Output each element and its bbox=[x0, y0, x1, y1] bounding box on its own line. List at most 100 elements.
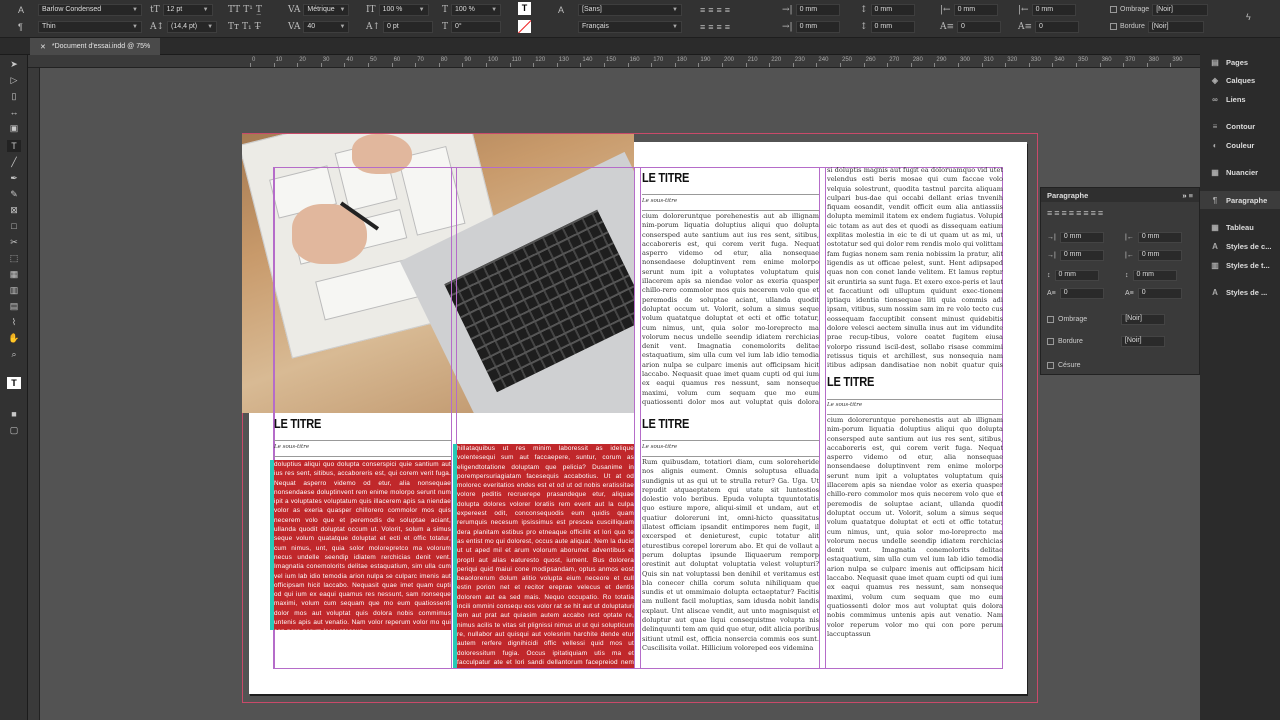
panel-item[interactable]: ¶ Paragraphe bbox=[1200, 191, 1280, 209]
gradient-tool-icon[interactable]: ▦ bbox=[7, 268, 21, 280]
rectangle-tool-icon[interactable]: □ bbox=[7, 220, 21, 232]
free-transform-tool-icon[interactable]: ⬚ bbox=[7, 252, 21, 264]
shading-checkbox[interactable] bbox=[1110, 6, 1117, 13]
panel-item[interactable]: ∞ Liens bbox=[1200, 90, 1280, 108]
skew-field[interactable]: 0° bbox=[451, 20, 502, 33]
align-center-icon[interactable]: ≡ bbox=[1054, 208, 1059, 218]
underline-icon[interactable]: T̲ bbox=[256, 5, 262, 15]
panel-item[interactable]: ◈ Calques bbox=[1200, 71, 1280, 89]
justify-left-icon[interactable]: ≡ bbox=[700, 22, 705, 32]
panel-item[interactable]: ▦ Nuancier bbox=[1200, 163, 1280, 181]
drop-lines-field[interactable]: 0 bbox=[1059, 288, 1104, 299]
pen-tool-icon[interactable]: ✒ bbox=[7, 172, 21, 184]
last-line-indent-field[interactable]: 0 mm bbox=[1031, 3, 1076, 16]
border-checkbox[interactable] bbox=[1110, 23, 1117, 30]
body-text-frame[interactable]: cium doloreruntque porehenestis aut ab i… bbox=[642, 212, 819, 408]
panel-item[interactable]: ▥ Styles de t... bbox=[1200, 256, 1280, 274]
article-subtitle[interactable]: Le sous-titre bbox=[274, 444, 309, 450]
subscript-icon[interactable]: T₁ bbox=[242, 22, 252, 32]
character-style-dropdown[interactable]: [Sans] ▼ bbox=[578, 3, 682, 16]
justify-right-icon[interactable]: ≡ bbox=[1091, 208, 1096, 218]
justify-icon[interactable]: ≡ bbox=[725, 5, 730, 15]
justify-all-icon[interactable]: ≡ bbox=[725, 22, 730, 32]
article-title[interactable]: LE TITRE bbox=[642, 416, 689, 431]
leading-field[interactable]: (14,4 pt) ▼ bbox=[167, 20, 218, 33]
align-center-icon[interactable]: ≡ bbox=[708, 5, 713, 15]
first-indent-field[interactable]: 0 mm bbox=[1059, 250, 1104, 261]
justify-left-icon[interactable]: ≡ bbox=[1076, 208, 1081, 218]
left-indent-field[interactable]: 0 mm bbox=[795, 3, 840, 16]
last-indent-field[interactable]: 0 mm bbox=[1137, 250, 1182, 261]
space-after-field[interactable]: 0 mm bbox=[870, 20, 915, 33]
rectangle-frame-tool-icon[interactable]: ⊠ bbox=[7, 204, 21, 216]
article-title[interactable]: LE TITRE bbox=[274, 416, 321, 431]
selected-text-frame[interactable]: doluptius aliqui quo dolupta conserspici… bbox=[274, 460, 451, 630]
justify-center-icon[interactable]: ≡ bbox=[1083, 208, 1088, 218]
hyphenation-checkbox[interactable] bbox=[1047, 362, 1054, 369]
panel-item[interactable]: ≡ Contour bbox=[1200, 117, 1280, 135]
font-size-field[interactable]: 12 pt ▼ bbox=[162, 3, 213, 16]
close-icon[interactable]: ✕ bbox=[40, 43, 46, 51]
scissors-tool-icon[interactable]: ✂ bbox=[7, 236, 21, 248]
body-text-frame[interactable]: Rum quibusdam, totatiori diam, cum solor… bbox=[642, 458, 819, 668]
justify-center-icon[interactable]: ≡ bbox=[708, 22, 713, 32]
page-tool-icon[interactable]: ▯ bbox=[7, 90, 21, 102]
first-line-indent-field[interactable]: 0 mm bbox=[795, 20, 840, 33]
char-mode-icon[interactable]: A bbox=[18, 3, 24, 16]
selection-tool-icon[interactable]: ➤ bbox=[7, 58, 21, 70]
gap-tool-icon[interactable]: ↔ bbox=[7, 106, 21, 118]
kerning-dropdown[interactable]: Métrique ▼ bbox=[303, 3, 350, 16]
font-style-dropdown[interactable]: Thin ▼ bbox=[38, 20, 142, 33]
font-family-dropdown[interactable]: Barlow Condensed ▼ bbox=[38, 3, 142, 16]
format-container-icon[interactable]: ■ bbox=[7, 408, 21, 420]
panel-item[interactable]: A Styles de c... bbox=[1200, 237, 1280, 255]
vertical-scale-field[interactable]: 100 % ▼ bbox=[378, 3, 429, 16]
superscript-icon[interactable]: T¹ bbox=[243, 5, 253, 15]
shading-checkbox[interactable] bbox=[1047, 316, 1054, 323]
border-color-dropdown[interactable]: [Noir] bbox=[1120, 336, 1165, 347]
body-text-frame[interactable]: si doluptis magnis aut fugit ea doloruam… bbox=[827, 166, 1003, 372]
menu-icon[interactable]: » ≡ bbox=[1182, 191, 1193, 200]
article-subtitle[interactable]: Le sous-titre bbox=[642, 444, 677, 450]
line-tool-icon[interactable]: ╱ bbox=[7, 156, 21, 168]
gradient-feather-tool-icon[interactable]: ▥ bbox=[7, 284, 21, 296]
article-title[interactable]: LE TITRE bbox=[642, 170, 689, 185]
drop-chars-field[interactable]: 0 bbox=[1137, 288, 1182, 299]
right-indent-field[interactable]: 0 mm bbox=[953, 3, 998, 16]
all-caps-icon[interactable]: TT bbox=[228, 5, 240, 15]
shading-color-dropdown[interactable]: [Noir] bbox=[1152, 3, 1209, 16]
baseline-shift-field[interactable]: 0 pt bbox=[383, 20, 434, 33]
body-text-frame[interactable]: cium doloreruntque porehenestis aut ab i… bbox=[827, 416, 1003, 668]
justify-all-icon[interactable]: ≡ bbox=[1098, 208, 1103, 218]
align-right-icon[interactable]: ≡ bbox=[717, 5, 722, 15]
fill-text-icon[interactable]: T bbox=[518, 2, 531, 15]
article-subtitle[interactable]: Le sous-titre bbox=[642, 198, 677, 204]
stroke-none-icon[interactable] bbox=[518, 20, 531, 33]
tracking-field[interactable]: 40 ▼ bbox=[303, 20, 350, 33]
space-before-field[interactable]: 0 mm bbox=[1054, 270, 1099, 281]
align-right-icon[interactable]: ≡ bbox=[1062, 208, 1067, 218]
shading-color-dropdown[interactable]: [Noir] bbox=[1121, 314, 1166, 325]
pencil-tool-icon[interactable]: ✎ bbox=[7, 188, 21, 200]
zoom-tool-icon[interactable]: ⌕ bbox=[7, 348, 21, 360]
drop-cap-lines-field[interactable]: 0 bbox=[957, 20, 1002, 33]
article-title[interactable]: LE TITRE bbox=[827, 374, 874, 389]
panel-item[interactable]: A Styles de ... bbox=[1200, 283, 1280, 301]
language-dropdown[interactable]: Français ▼ bbox=[578, 20, 682, 33]
eyedropper-tool-icon[interactable]: ⌇ bbox=[7, 316, 21, 328]
right-indent-field[interactable]: 0 mm bbox=[1137, 232, 1182, 243]
content-collector-icon[interactable]: ▣ bbox=[7, 122, 21, 134]
panel-item[interactable]: ◐ Couleur bbox=[1200, 136, 1280, 154]
horizontal-scale-field[interactable]: 100 % ▼ bbox=[451, 3, 502, 16]
panel-item[interactable]: ▦ Tableau bbox=[1200, 218, 1280, 236]
justify-icon[interactable]: ≡ bbox=[1069, 208, 1074, 218]
hand-tool-icon[interactable]: ✋ bbox=[7, 332, 21, 344]
drop-cap-chars-field[interactable]: 0 bbox=[1035, 20, 1080, 33]
selected-text-frame[interactable]: hillataquibus ut res minim laboressit as… bbox=[457, 444, 634, 668]
direct-selection-tool-icon[interactable]: ▷ bbox=[7, 74, 21, 86]
align-left-icon[interactable]: ≡ bbox=[700, 5, 705, 15]
para-mode-icon[interactable]: ¶ bbox=[18, 20, 23, 33]
fill-swatch-icon[interactable]: T bbox=[7, 377, 21, 389]
border-color-dropdown[interactable]: [Noir] bbox=[1147, 20, 1204, 33]
border-checkbox[interactable] bbox=[1047, 338, 1054, 345]
